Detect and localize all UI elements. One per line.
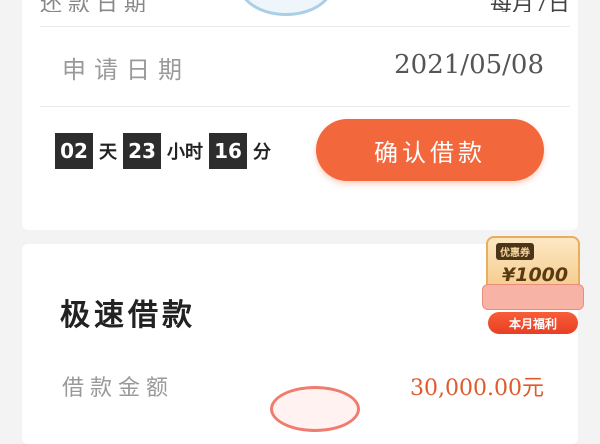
countdown-hours-unit: 小时 bbox=[167, 142, 203, 163]
divider bbox=[40, 26, 570, 27]
loan-amount-value: 30,000.00元 bbox=[410, 376, 544, 401]
coupon-amount: ¥1000 bbox=[502, 264, 569, 286]
gift-pocket-icon bbox=[482, 284, 584, 310]
countdown-hours: 23 bbox=[123, 133, 161, 169]
countdown-minutes: 16 bbox=[209, 133, 247, 169]
section-title: 极速借款 bbox=[60, 298, 196, 333]
stamp-seal-bottom bbox=[270, 386, 360, 432]
repayment-date-value: 每月7日 bbox=[490, 0, 570, 12]
countdown-minutes-unit: 分 bbox=[253, 142, 271, 163]
apply-date-value: 2021/05/08 bbox=[394, 50, 544, 80]
loan-amount-label: 借款金额 bbox=[62, 376, 175, 401]
divider bbox=[40, 106, 570, 107]
countdown-timer: 02 天 23 小时 16 分 bbox=[55, 133, 271, 169]
monthly-bonus-ribbon: 本月福利 bbox=[488, 312, 578, 334]
apply-date-label: 申请日期 bbox=[62, 56, 190, 84]
loan-summary-card bbox=[22, 0, 578, 230]
countdown-days: 02 bbox=[55, 133, 93, 169]
coupon-tag: 优惠券 bbox=[496, 243, 534, 260]
repayment-date-label: 还款日期 bbox=[40, 0, 152, 12]
coupon-promo-widget[interactable]: 优惠券 ¥1000 本月福利 bbox=[480, 232, 586, 336]
countdown-days-unit: 天 bbox=[99, 142, 117, 163]
confirm-loan-button[interactable]: 确认借款 bbox=[316, 119, 544, 181]
